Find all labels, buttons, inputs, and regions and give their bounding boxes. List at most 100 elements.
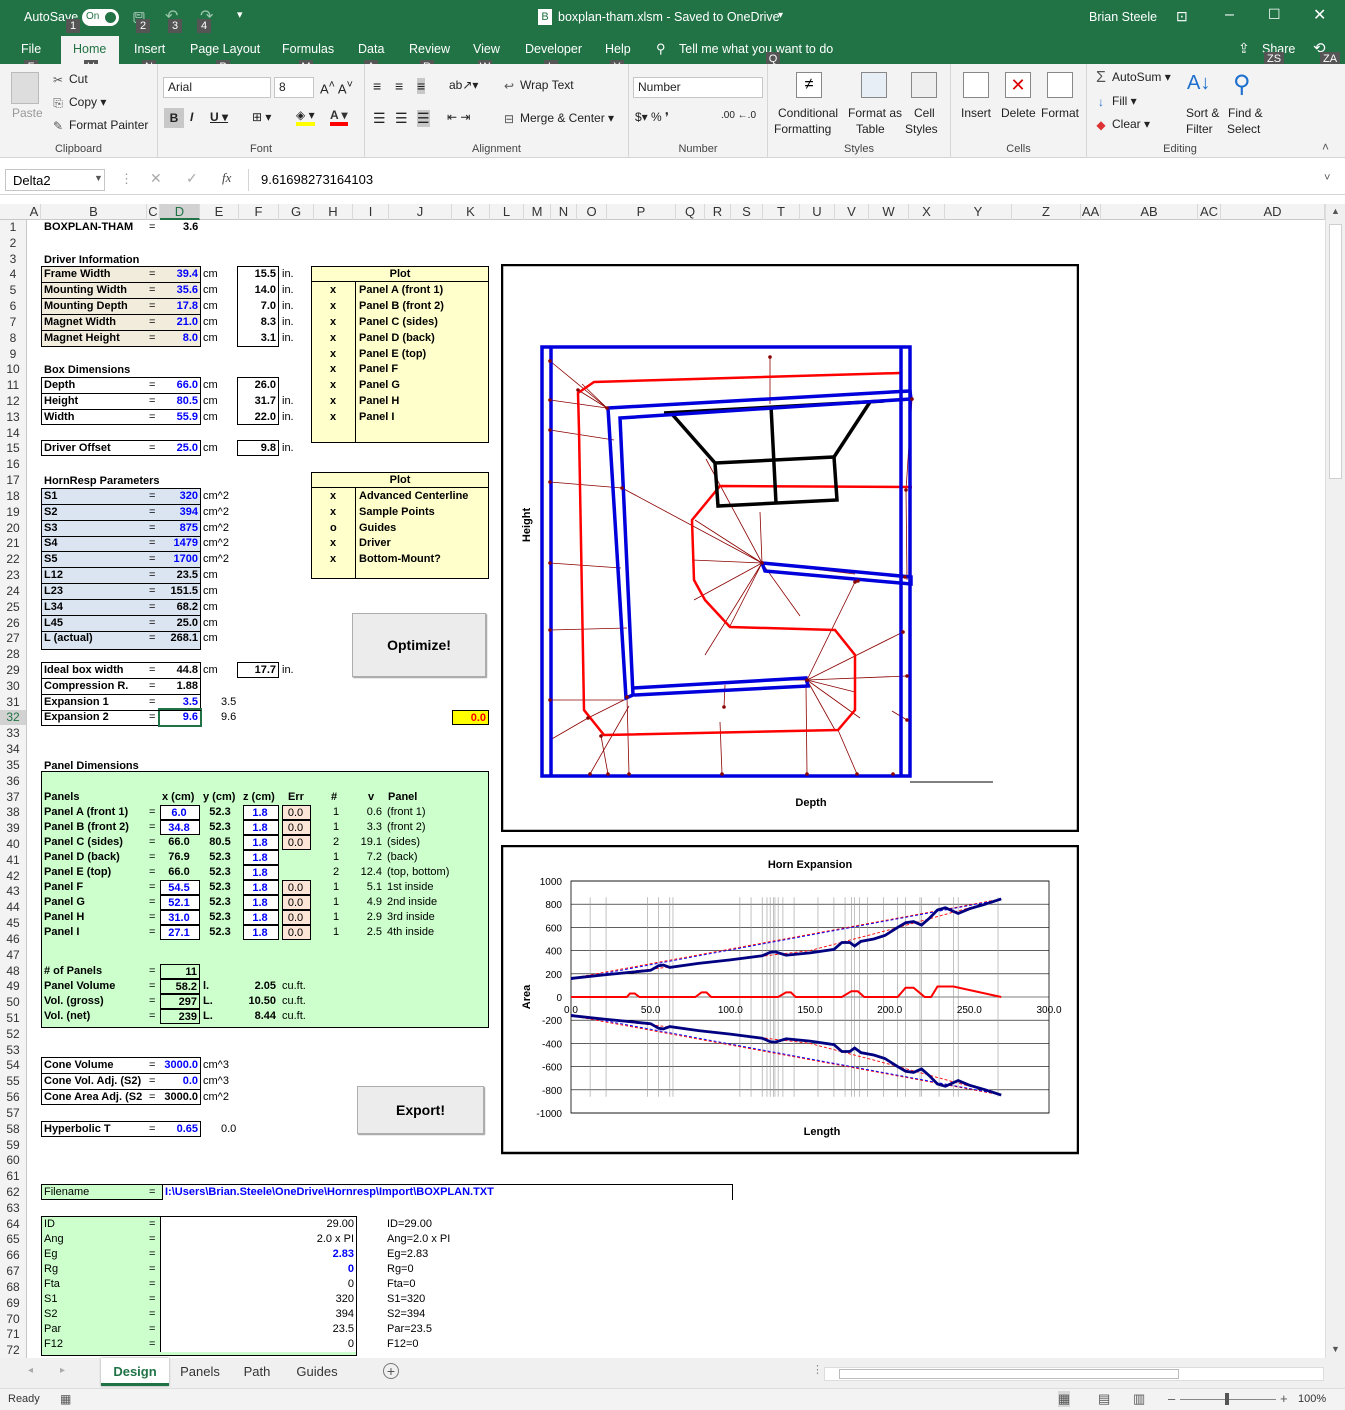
expansion2-value[interactable]: 9.6 (158, 708, 202, 728)
align-bottom-icon[interactable]: ≡ (417, 78, 426, 94)
conditional-formatting-button[interactable]: Conditional (778, 106, 838, 120)
copy-button[interactable]: ⎘ Copy ▾ (50, 95, 106, 110)
row-header[interactable]: 71 (0, 1327, 26, 1342)
column-header[interactable]: I (353, 204, 389, 220)
zoom-slider-thumb[interactable] (1225, 1393, 1229, 1405)
row-header[interactable]: 5 (0, 283, 26, 298)
delete-cells-icon[interactable]: ✕ (1005, 72, 1031, 98)
panel-z[interactable]: 1.8 (243, 925, 279, 941)
tab-view[interactable]: View (473, 42, 500, 56)
cancel-icon[interactable]: ✕ (150, 170, 162, 187)
delete-cells-button[interactable]: Delete (1001, 106, 1036, 120)
column-header[interactable]: AC (1198, 204, 1221, 220)
row-header[interactable]: 3 (0, 252, 26, 267)
find-select-icon[interactable]: ⚲ (1233, 70, 1251, 99)
cone-value[interactable]: 3000.0 (160, 1058, 200, 1073)
hr-value[interactable]: 320 (160, 489, 200, 504)
column-header[interactable]: Q (676, 204, 705, 220)
driver-value[interactable]: 17.8 (160, 299, 200, 314)
row-header[interactable]: 42 (0, 869, 26, 884)
driver-value[interactable]: 39.4 (160, 267, 200, 282)
row-header[interactable]: 72 (0, 1343, 26, 1358)
plot-toggle[interactable]: x (330, 315, 336, 330)
plot-toggle[interactable]: x (330, 536, 336, 551)
tab-file[interactable]: File (21, 42, 41, 56)
row-header[interactable]: 69 (0, 1296, 26, 1311)
driver-value[interactable]: 35.6 (160, 283, 200, 298)
row-header[interactable]: 34 (0, 742, 26, 757)
panel-x[interactable]: 6.0 (160, 805, 200, 821)
next-sheet-icon[interactable]: ▸ (60, 1365, 65, 1376)
prev-sheet-icon[interactable]: ◂ (28, 1365, 33, 1376)
horizontal-scrollbar[interactable] (824, 1367, 1324, 1381)
document-title[interactable]: boxplan-tham.xlsm - Saved to OneDrive (558, 10, 780, 24)
row-header[interactable]: 27 (0, 631, 26, 646)
driver-value[interactable]: 21.0 (160, 315, 200, 330)
insert-cells-button[interactable]: Insert (961, 106, 991, 120)
row-header[interactable]: 6 (0, 299, 26, 314)
paste-icon[interactable] (11, 72, 39, 104)
plot-toggle[interactable]: x (330, 362, 336, 377)
optimize-button[interactable]: Optimize! (352, 613, 486, 677)
conditional-formatting-icon[interactable]: ≠ (796, 72, 822, 98)
format-cells-icon[interactable] (1047, 72, 1073, 98)
column-header[interactable]: B (41, 204, 147, 220)
row-header[interactable]: 17 (0, 473, 26, 488)
param-value[interactable]: 0 (160, 1261, 356, 1277)
column-header[interactable]: H (314, 204, 353, 220)
cell-styles-button[interactable]: Cell (914, 106, 935, 120)
sort-filter-icon[interactable]: A↓ (1187, 72, 1210, 95)
row-header[interactable]: 29 (0, 663, 26, 678)
row-header[interactable]: 16 (0, 457, 26, 472)
column-header[interactable]: AA (1081, 204, 1101, 220)
hr-value[interactable]: 1479 (160, 536, 200, 551)
align-center-icon[interactable]: ☰ (395, 110, 408, 127)
plot-toggle[interactable]: x (330, 394, 336, 409)
row-header[interactable]: 19 (0, 505, 26, 520)
row-header[interactable]: 2 (0, 236, 26, 251)
row-header[interactable]: 55 (0, 1074, 26, 1089)
plot-toggle[interactable]: x (330, 283, 336, 298)
row-header[interactable]: 40 (0, 837, 26, 852)
row-header[interactable]: 36 (0, 774, 26, 789)
box-value[interactable]: 55.9 (160, 410, 200, 425)
row-header[interactable]: 22 (0, 552, 26, 567)
plot-toggle[interactable]: x (330, 378, 336, 393)
row-header[interactable]: 38 (0, 805, 26, 820)
column-header[interactable]: W (869, 204, 909, 220)
row-header[interactable]: 61 (0, 1169, 26, 1184)
row-header[interactable]: 41 (0, 853, 26, 868)
page-break-view-icon[interactable]: ▥ (1133, 1391, 1145, 1407)
underline-button[interactable]: U ▾ (210, 110, 228, 124)
column-header[interactable]: A (28, 204, 41, 220)
param-value[interactable]: 2.83 (160, 1246, 356, 1262)
row-header[interactable]: 32 (0, 710, 26, 726)
font-size-select[interactable]: 8 (274, 77, 314, 98)
user-name[interactable]: Brian Steele (1089, 10, 1157, 24)
row-header[interactable]: 68 (0, 1280, 26, 1295)
insert-cells-icon[interactable] (963, 72, 989, 98)
row-header[interactable]: 58 (0, 1122, 26, 1137)
ribbon-display-icon[interactable]: ⊡ (1176, 8, 1188, 25)
sort-filter-button[interactable]: Sort & (1186, 106, 1219, 120)
row-header[interactable]: 31 (0, 695, 26, 710)
chevron-down-icon[interactable]: ▾ (778, 10, 783, 21)
wrap-text-button[interactable]: ↩ Wrap Text (501, 78, 574, 93)
column-header[interactable]: X (909, 204, 945, 220)
row-header[interactable]: 33 (0, 726, 26, 741)
column-header[interactable]: E (200, 204, 239, 220)
accounting-icon[interactable]: $▾ % ❜ (635, 110, 669, 124)
param-value[interactable]: 394 (160, 1306, 356, 1322)
tab-formulas[interactable]: Formulas (282, 42, 334, 56)
column-header[interactable]: D (160, 204, 200, 220)
column-header[interactable]: M (524, 204, 551, 220)
align-middle-icon[interactable]: ≡ (395, 78, 403, 94)
paste-button[interactable]: Paste (12, 106, 43, 120)
param-value[interactable]: 320 (160, 1291, 356, 1307)
macro-record-icon[interactable]: ▦ (60, 1392, 71, 1406)
row-header[interactable]: 70 (0, 1312, 26, 1327)
indent-icon[interactable]: ⇤ ⇥ (447, 110, 470, 124)
row-header[interactable]: 64 (0, 1217, 26, 1232)
sheet-tab-design[interactable]: Design (101, 1358, 169, 1386)
column-header[interactable]: Y (945, 204, 1012, 220)
